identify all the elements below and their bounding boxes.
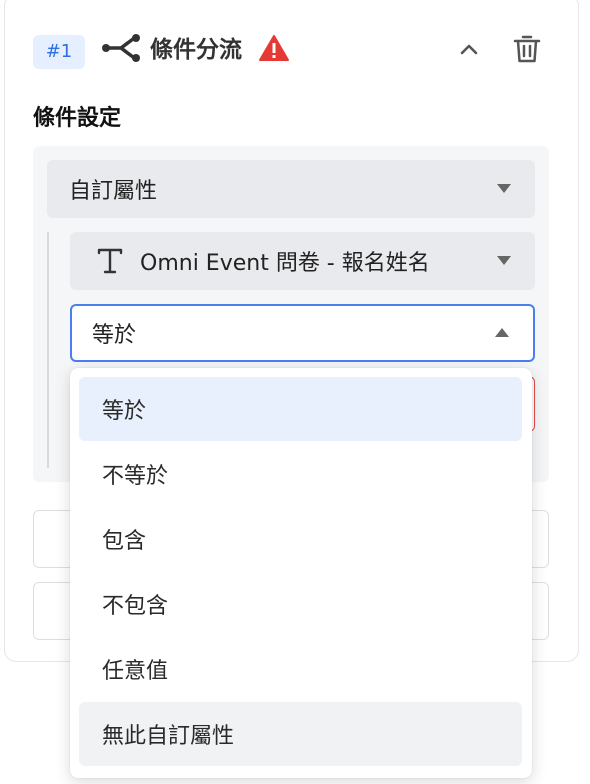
field-select[interactable]: Omni Event 問卷 - 報名姓名	[70, 232, 535, 290]
operator-dropdown-menu: 等於 不等於 包含 不包含 任意值 無此自訂屬性	[70, 368, 532, 778]
operator-select-value: 等於	[92, 323, 137, 348]
operator-option-no-attribute[interactable]: 無此自訂屬性	[79, 702, 522, 766]
text-type-icon	[97, 248, 123, 274]
rule-number-badge: #1	[33, 35, 85, 69]
warning-icon	[259, 35, 289, 61]
caret-down-icon	[497, 184, 511, 193]
operator-select[interactable]: 等於	[70, 304, 535, 362]
field-select-value: Omni Event 問卷 - 報名姓名	[140, 251, 430, 276]
operator-option-not-equals[interactable]: 不等於	[79, 442, 522, 506]
operator-option-any-value[interactable]: 任意值	[79, 637, 522, 701]
operator-option-contains[interactable]: 包含	[79, 507, 522, 571]
caret-down-icon	[497, 256, 511, 265]
caret-up-icon	[495, 328, 509, 337]
rule-title: 條件分流	[150, 37, 242, 63]
operator-option-equals[interactable]: 等於	[79, 377, 522, 441]
branch-icon	[102, 34, 140, 62]
delete-trash-icon[interactable]	[512, 33, 542, 65]
nesting-line	[47, 232, 49, 468]
attribute-type-select[interactable]: 自訂屬性	[47, 160, 535, 218]
collapse-chevron-up-icon[interactable]	[456, 38, 482, 60]
attribute-type-value: 自訂屬性	[69, 179, 158, 204]
condition-section-label: 條件設定	[33, 106, 122, 131]
operator-option-not-contains[interactable]: 不包含	[79, 572, 522, 636]
